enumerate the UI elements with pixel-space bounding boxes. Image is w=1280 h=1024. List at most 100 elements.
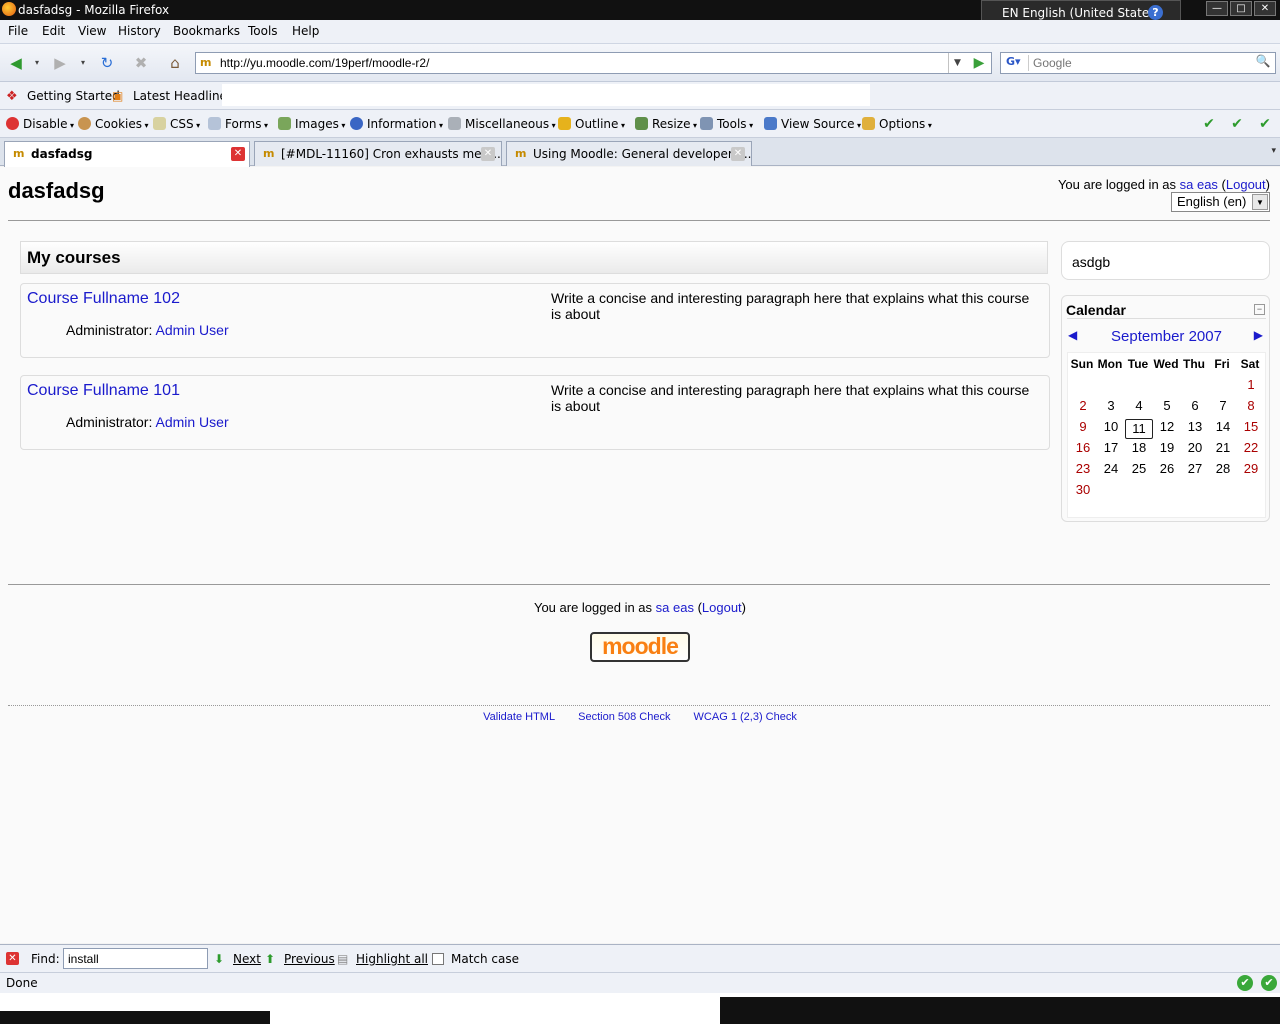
menu-file[interactable]: File: [8, 24, 28, 38]
calendar-day[interactable]: 20: [1181, 440, 1209, 455]
dev-resize[interactable]: Resize: [635, 117, 697, 131]
admin-user-link[interactable]: Admin User: [155, 322, 228, 338]
url-dropdown-icon[interactable]: ▼: [948, 53, 966, 73]
calendar-day[interactable]: 23: [1069, 461, 1097, 476]
calendar-day[interactable]: 8: [1237, 398, 1265, 413]
html-valid-check-icon[interactable]: ✔: [1228, 115, 1246, 133]
search-bar[interactable]: G▾ 🔍: [1000, 52, 1276, 74]
minimize-button[interactable]: —: [1206, 1, 1228, 16]
admin-user-link[interactable]: Admin User: [155, 414, 228, 430]
maximize-button[interactable]: □: [1230, 1, 1252, 16]
find-next-button[interactable]: Next: [233, 952, 261, 966]
back-button[interactable]: ◀: [4, 51, 28, 75]
calendar-day[interactable]: 5: [1153, 398, 1181, 413]
calendar-day[interactable]: 16: [1069, 440, 1097, 455]
calendar-day[interactable]: 15: [1237, 419, 1265, 434]
dev-miscellaneous[interactable]: Miscellaneous: [448, 117, 556, 131]
status-valid-icon[interactable]: ✔: [1261, 975, 1277, 991]
dev-css[interactable]: CSS: [153, 117, 200, 131]
calendar-day[interactable]: 19: [1153, 440, 1181, 455]
search-magnifier-icon[interactable]: 🔍: [1253, 54, 1273, 72]
footer-user-link[interactable]: sa eas: [656, 600, 694, 615]
calendar-day[interactable]: 24: [1097, 461, 1125, 476]
menu-edit[interactable]: Edit: [42, 24, 65, 38]
calendar-day[interactable]: 25: [1125, 461, 1153, 476]
close-window-button[interactable]: ✕: [1254, 1, 1276, 16]
calendar-day[interactable]: 17: [1097, 440, 1125, 455]
match-case-checkbox[interactable]: [432, 953, 444, 965]
course-link[interactable]: Course Fullname 102: [27, 290, 180, 308]
find-previous-button[interactable]: Previous: [284, 952, 335, 966]
menu-history[interactable]: History: [118, 24, 161, 38]
search-input[interactable]: [1033, 55, 1243, 71]
section-508-link[interactable]: Section 508 Check: [578, 711, 670, 723]
url-input[interactable]: [220, 55, 940, 71]
calendar-day[interactable]: 3: [1097, 398, 1125, 413]
menu-bookmarks[interactable]: Bookmarks: [173, 24, 240, 38]
menu-tools[interactable]: Tools: [248, 24, 278, 38]
calendar-day[interactable]: 2: [1069, 398, 1097, 413]
reload-button[interactable]: ↻: [95, 51, 119, 75]
moodle-logo[interactable]: moodle: [590, 632, 690, 662]
dev-images[interactable]: Images: [278, 117, 345, 131]
calendar-day[interactable]: 6: [1181, 398, 1209, 413]
css-valid-check-icon[interactable]: ✔: [1200, 115, 1218, 133]
bookmark-latest-headlines[interactable]: Latest Headlines: [133, 89, 233, 103]
url-bar[interactable]: m ▼ ▶: [195, 52, 992, 74]
calendar-day[interactable]: 29: [1237, 461, 1265, 476]
tab-using-moodle[interactable]: m Using Moodle: General developer f... ✕: [506, 141, 752, 166]
dev-disable[interactable]: Disable: [6, 117, 74, 131]
wcag-check-link[interactable]: WCAG 1 (2,3) Check: [694, 711, 797, 723]
stop-button[interactable]: ✖: [129, 51, 153, 75]
close-tab-icon[interactable]: ✕: [231, 147, 245, 161]
bookmark-getting-started[interactable]: Getting Started: [27, 89, 120, 103]
dev-outline[interactable]: Outline: [558, 117, 625, 131]
calendar-day[interactable]: 13: [1181, 419, 1209, 434]
calendar-day[interactable]: 4: [1125, 398, 1153, 413]
calendar-today[interactable]: 11: [1125, 419, 1153, 439]
menu-view[interactable]: View: [78, 24, 106, 38]
calendar-day[interactable]: 28: [1209, 461, 1237, 476]
calendar-day[interactable]: 10: [1097, 419, 1125, 434]
forward-history-icon[interactable]: ▾: [76, 51, 90, 75]
calendar-day[interactable]: 12: [1153, 419, 1181, 434]
previous-month-icon[interactable]: ◀: [1068, 328, 1077, 342]
calendar-day[interactable]: 14: [1209, 419, 1237, 434]
calendar-day[interactable]: 9: [1069, 419, 1097, 434]
collapse-block-icon[interactable]: −: [1254, 304, 1265, 315]
status-ok-icon[interactable]: ✔: [1237, 975, 1253, 991]
calendar-day[interactable]: 18: [1125, 440, 1153, 455]
dev-view-source[interactable]: View Source: [764, 117, 861, 131]
footer-logout-link[interactable]: Logout: [702, 600, 742, 615]
close-tab-icon[interactable]: ✕: [731, 147, 745, 161]
find-input[interactable]: [63, 948, 208, 969]
tab-dasfadsg[interactable]: m dasfadsg ✕: [4, 141, 250, 167]
dev-forms[interactable]: Forms: [208, 117, 268, 131]
forward-button[interactable]: ▶: [48, 51, 72, 75]
help-icon[interactable]: ?: [1148, 5, 1163, 20]
close-find-icon[interactable]: ✕: [6, 952, 19, 965]
calendar-month[interactable]: September 2007: [1062, 328, 1271, 345]
dev-tools[interactable]: Tools: [700, 117, 753, 131]
calendar-day[interactable]: 7: [1209, 398, 1237, 413]
dev-options[interactable]: Options: [862, 117, 932, 131]
highlight-all-button[interactable]: Highlight all: [356, 952, 428, 966]
calendar-day[interactable]: 26: [1153, 461, 1181, 476]
back-history-icon[interactable]: ▾: [30, 51, 44, 75]
tab-mdl-11160[interactable]: m [#MDL-11160] Cron exhausts mem... ✕: [254, 141, 502, 166]
course-link[interactable]: Course Fullname 101: [27, 382, 180, 400]
calendar-day[interactable]: 21: [1209, 440, 1237, 455]
calendar-day[interactable]: 22: [1237, 440, 1265, 455]
calendar-day[interactable]: 27: [1181, 461, 1209, 476]
google-engine-icon[interactable]: G▾: [1003, 55, 1029, 71]
go-button[interactable]: ▶: [970, 54, 988, 72]
tab-list-icon[interactable]: ▾: [1271, 146, 1276, 156]
calendar-day[interactable]: 30: [1069, 482, 1097, 497]
menu-help[interactable]: Help: [292, 24, 319, 38]
close-tab-icon[interactable]: ✕: [481, 147, 495, 161]
validate-html-link[interactable]: Validate HTML: [483, 711, 555, 723]
dev-cookies[interactable]: Cookies: [78, 117, 149, 131]
home-button[interactable]: ⌂: [163, 51, 187, 75]
dev-information[interactable]: Information: [350, 117, 443, 131]
logout-link[interactable]: Logout: [1226, 177, 1266, 192]
